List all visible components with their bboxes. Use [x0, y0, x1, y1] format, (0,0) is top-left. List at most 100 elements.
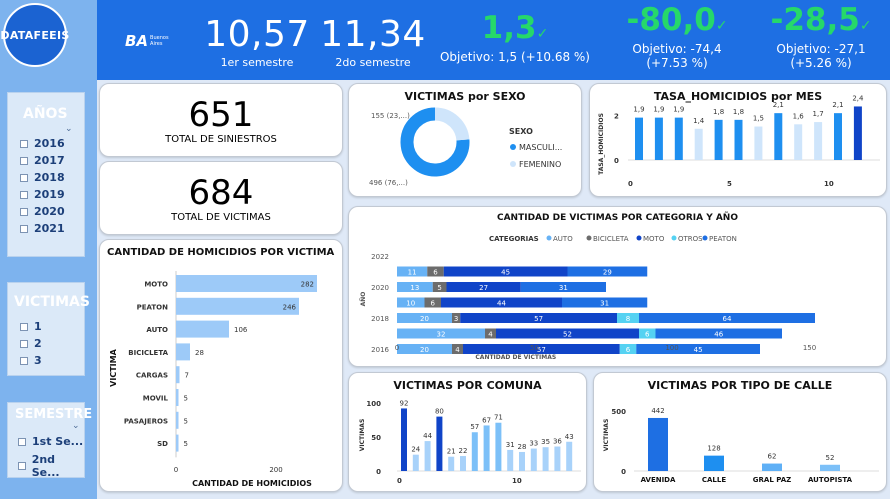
bar-label-comuna-1: 92 [400, 399, 409, 407]
bar-comuna-13 [542, 447, 549, 471]
checkbox[interactable] [20, 139, 28, 148]
semester-option-2ndse[interactable]: 2nd Se... [18, 453, 84, 479]
bar-label-2016-peaton: 45 [694, 346, 703, 354]
checkbox[interactable] [20, 190, 28, 199]
bar-label-2019-auto: 10 [406, 300, 415, 308]
sexo-chart: 155 (23,...) 496 (76,...) SEXO MASCULI... FE… [369, 107, 562, 187]
y-tick-cargas: CARGAS [136, 372, 168, 380]
checkbox[interactable] [18, 462, 26, 470]
victims-option-2[interactable]: 2 [20, 337, 42, 350]
bar-comuna-7 [471, 432, 478, 471]
kpi-sem1-label: 1er semestre [220, 56, 294, 69]
checkbox[interactable] [20, 207, 28, 216]
total-victimas-value: 684 [188, 173, 254, 213]
bar-5 [714, 119, 723, 160]
checkbox-label: 2020 [34, 205, 65, 218]
x-tick-calle: CALLE [702, 476, 726, 484]
bar-11 [834, 113, 842, 160]
x-tick-autopista: AUTOPISTA [808, 476, 853, 484]
x-tick-gral-paz: GRAL PAZ [753, 476, 791, 484]
y-tick-2: 2 [614, 112, 619, 120]
checkbox[interactable] [20, 322, 28, 331]
victims-option-3[interactable]: 3 [20, 354, 42, 367]
year-option-2019[interactable]: 2019 [20, 188, 65, 201]
year-option-2018[interactable]: 2018 [20, 171, 65, 184]
year-option-2021[interactable]: 2021 [20, 222, 65, 235]
kpi-3: -28,5✓ Objetivo: -27,1 (+5.26 %) [756, 0, 886, 80]
x-tick-100: 100 [665, 344, 678, 352]
year-option-2020[interactable]: 2020 [20, 205, 65, 218]
checkbox-label: 2021 [34, 222, 65, 235]
bar-9 [794, 124, 803, 160]
bar-label-1: 1,9 [633, 106, 644, 114]
year-option-2016[interactable]: 2016 [20, 137, 65, 150]
checkbox-label: 1 [34, 320, 42, 333]
total-siniestros-value: 651 [188, 95, 254, 135]
comuna-chart-card: VICTIMAS POR COMUNA 92 24 44 80 21 22 57 67 71 31… [348, 372, 587, 492]
bar-label-comuna-11: 28 [518, 443, 527, 451]
y-tick-50: 50 [371, 434, 381, 442]
calle-chart-card: VICTIMAS POR TIPO DE CALLE 442 AVENIDA 128… [593, 372, 887, 492]
bar-label-2017-peaton: 46 [714, 331, 723, 339]
victims-option-1[interactable]: 1 [20, 320, 42, 333]
chevron-down-icon[interactable]: ⌄ [72, 421, 80, 431]
x-tick-10: 10 [824, 180, 834, 188]
chevron-down-icon[interactable]: ⌄ [65, 124, 73, 134]
semester-slicer: SEMESTRE ⌄ 1st Se... 2nd Se... [7, 402, 92, 479]
bar-comuna-10 [507, 449, 514, 471]
checkbox[interactable] [20, 339, 28, 348]
bar-label-2019-peaton: 31 [600, 300, 609, 308]
check-icon: ✓ [715, 18, 728, 34]
bar-label-comuna-4: 80 [435, 408, 444, 416]
bar-label-gral-paz: 62 [768, 453, 777, 461]
checkbox[interactable] [20, 156, 28, 165]
y-tick-pasajeros: PASAJEROS [124, 417, 168, 425]
bar-label-2020-moto: 27 [479, 284, 488, 292]
sexo-chart-card: VICTIMAS por SEXO 155 (23,...) 496 (76,..… [348, 83, 582, 197]
bar-label-9: 1,6 [793, 112, 805, 120]
checkbox[interactable] [20, 356, 28, 365]
check-icon: ✓ [536, 26, 549, 42]
bar-movil [176, 389, 179, 406]
bar-label-comuna-10: 31 [506, 441, 515, 449]
categoria-chart: CATEGORIAS AUTO BICICLETA MOTO OTROS PEATON 20… [360, 235, 816, 361]
ba-mark: BA [125, 32, 149, 50]
y-tick-2016: 2016 [371, 346, 389, 354]
kpi-3-value: -28,5✓ [770, 2, 872, 38]
bar-comuna-15 [566, 441, 573, 471]
checkbox[interactable] [20, 173, 28, 182]
checkbox-label: 2018 [34, 171, 65, 184]
checkbox[interactable] [18, 437, 26, 446]
datafeeis-logo: DATAFEEIS [0, 3, 69, 67]
y-tick-2022: 2022 [371, 253, 389, 261]
bar-label-7: 1,5 [753, 115, 764, 123]
y-tick-0: 0 [621, 468, 626, 476]
year-option-2017[interactable]: 2017 [20, 154, 65, 167]
legend-title: CATEGORIAS [489, 235, 539, 243]
bar-8 [774, 113, 783, 160]
bar-label-autopista: 52 [826, 454, 835, 462]
bar-label-10: 1,7 [813, 110, 824, 118]
y-tick-bicicleta: BICICLETA [128, 349, 168, 357]
bar-moto [176, 275, 317, 292]
bar-12 [853, 106, 862, 160]
legend-marker-moto [636, 235, 642, 241]
bar-label-2: 1,9 [653, 106, 664, 114]
bar-4 [694, 128, 703, 160]
checkbox[interactable] [20, 224, 28, 233]
x-axis-label: CANTIDAD DE HOMICIDIOS [192, 479, 312, 488]
bar-label-moto: 282 [301, 281, 314, 289]
bar-cargas [176, 366, 180, 384]
semester-option-1stse[interactable]: 1st Se... [18, 435, 83, 448]
years-slicer-title: AÑOS [23, 106, 68, 122]
homicidios-chart-card: CANTIDAD DE HOMICIDIOS POR VICTIMA MOTO 2… [99, 239, 343, 492]
bar-comuna-6 [460, 456, 466, 471]
y-tick-peaton: PEATON [137, 303, 169, 311]
checkbox-label: 2016 [34, 137, 65, 150]
bar-6 [734, 119, 743, 160]
homicidios-chart: MOTO 282 PEATON 246 AUTO 106 BICICLETA 28 CARGAS… [109, 271, 317, 488]
y-tick-0: 0 [614, 157, 619, 165]
legend-marker-0 [510, 144, 516, 150]
bar-label-avenida: 442 [651, 407, 664, 415]
bar-label-5: 1,8 [713, 108, 724, 116]
